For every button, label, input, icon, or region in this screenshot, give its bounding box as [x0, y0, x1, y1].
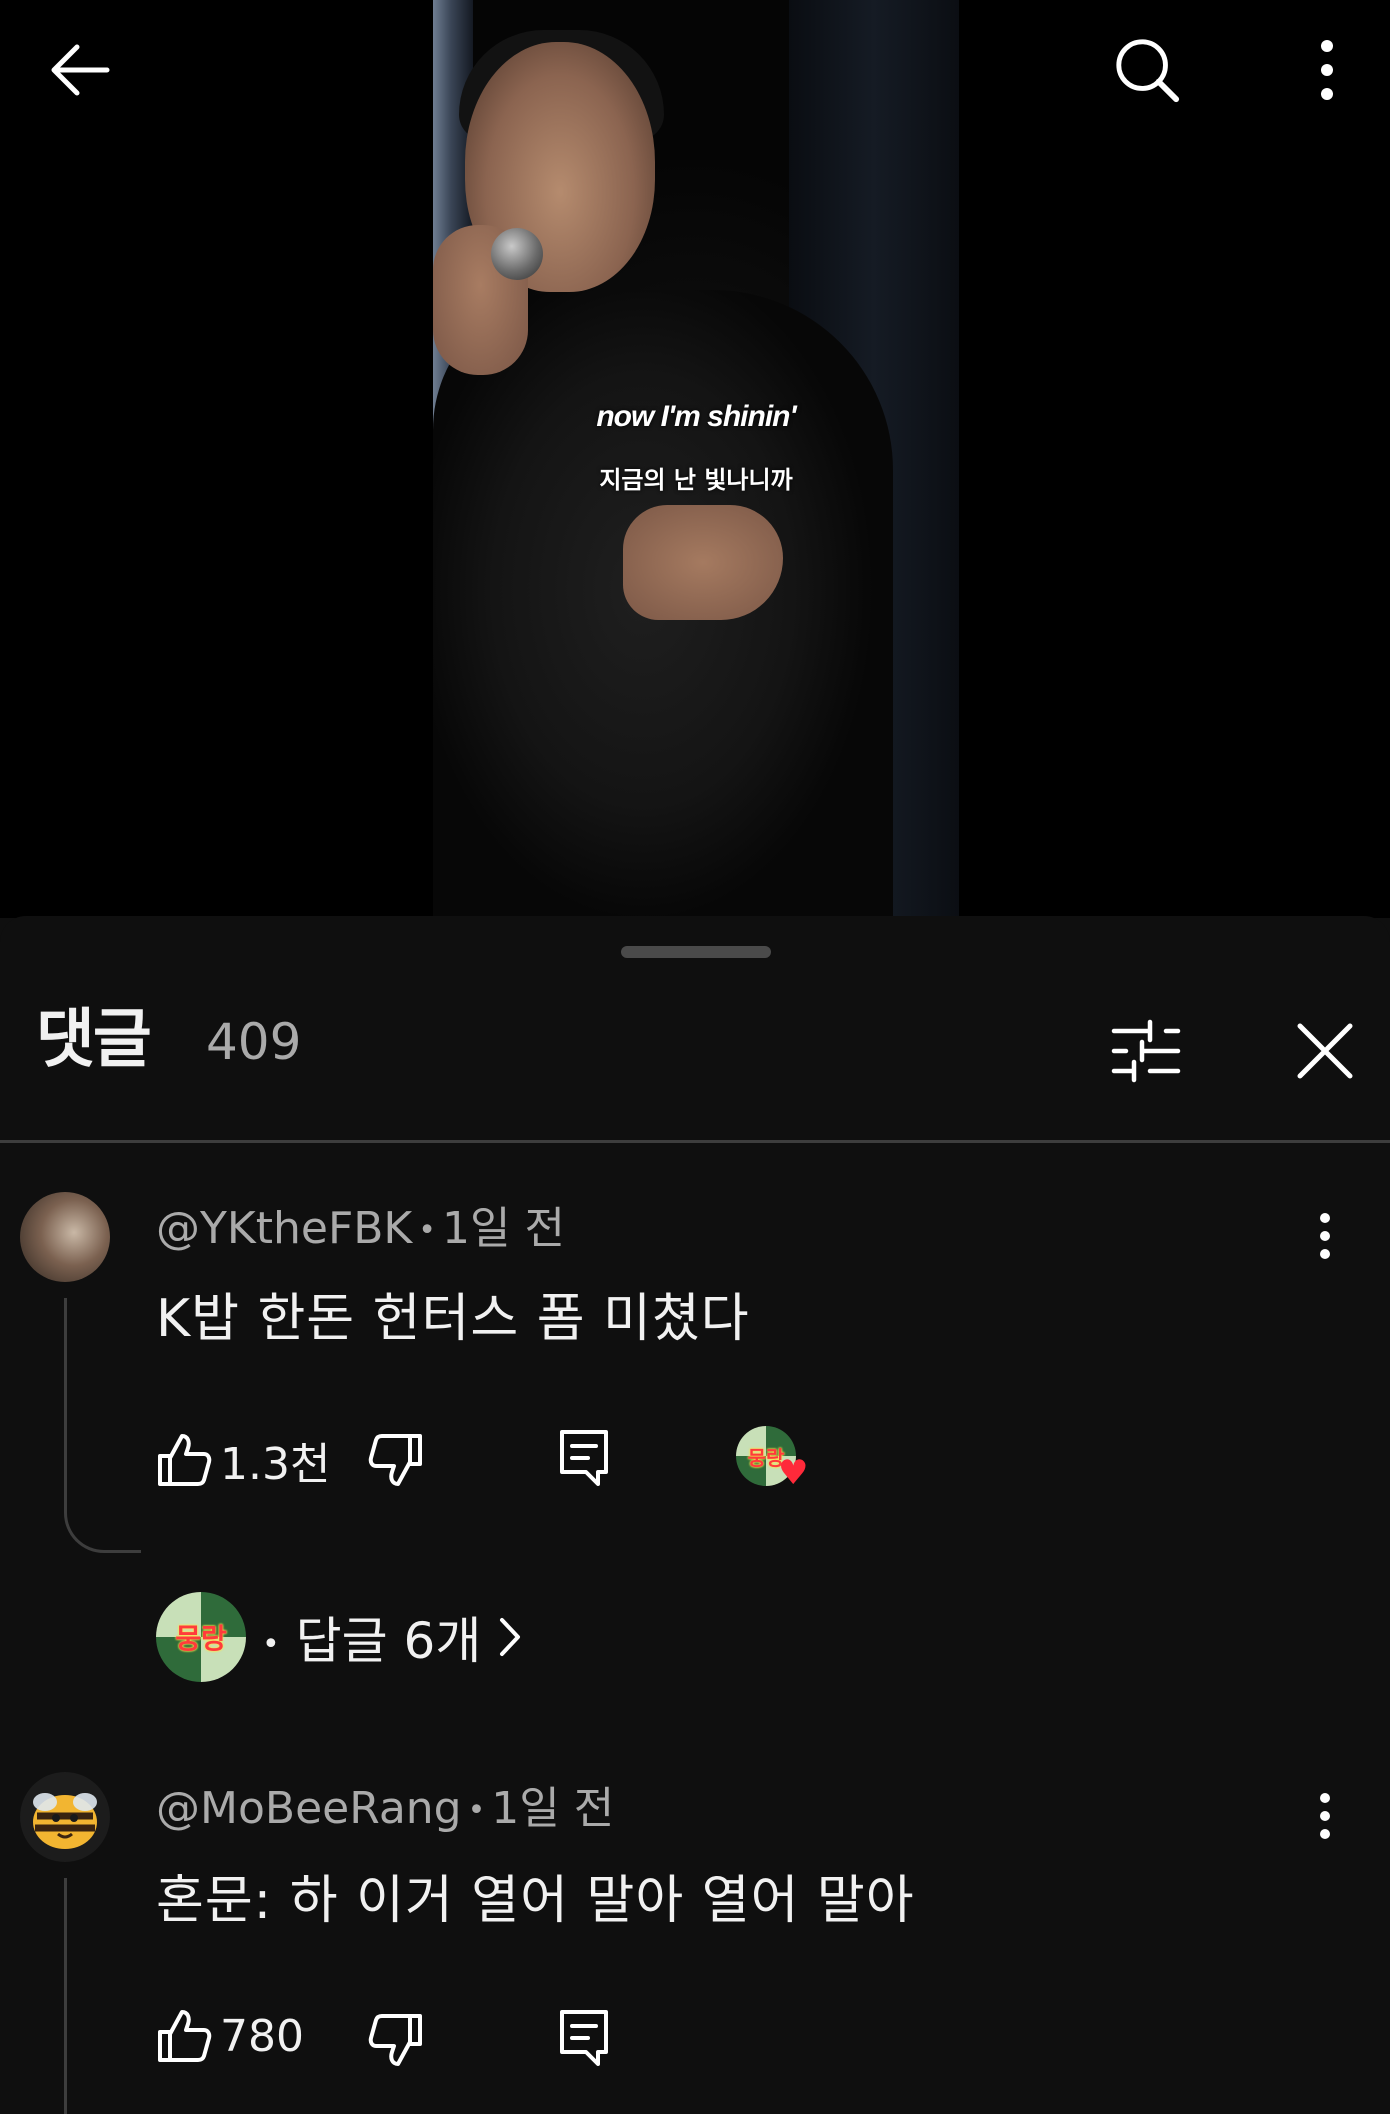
more-options-button[interactable]: [1292, 35, 1362, 105]
video-singer-chest-hand: [623, 505, 783, 620]
tune-icon: [1111, 1019, 1181, 1083]
more-vert-icon: [1321, 40, 1333, 100]
microphone: [491, 228, 543, 280]
drag-handle[interactable]: [621, 946, 771, 958]
video-frame[interactable]: now I'm shinin' 지금의 난 빛나니까: [433, 0, 959, 918]
subtitle-korean: 지금의 난 빛나니까: [599, 466, 793, 494]
video-player[interactable]: now I'm shinin' 지금의 난 빛나니까: [0, 0, 1390, 918]
comments-title: 댓글: [36, 1003, 152, 1077]
like-button[interactable]: 1.3천: [156, 1428, 330, 1492]
comment-author[interactable]: @MoBeeRang: [156, 1783, 462, 1834]
more-vert-icon: [1320, 1213, 1330, 1259]
like-count: 1.3천: [220, 1439, 331, 1490]
thumbs-down-icon: [368, 2014, 422, 2066]
dislike-button[interactable]: [368, 2012, 424, 2068]
header-divider: [0, 1140, 1390, 1143]
reply-avatar-monogram: 뭉랑: [175, 1622, 227, 1655]
thread-line: [64, 1878, 67, 2114]
thumbs-down-icon: [368, 1434, 422, 1486]
comment-text: K밥 한돈 헌터스 폼 미쳤다: [156, 1289, 750, 1349]
like-count: 780: [220, 2010, 304, 2062]
comment-more-button[interactable]: [1300, 1201, 1350, 1271]
thread-connector: [64, 1490, 141, 1553]
subtitle-english: now I'm shinin': [596, 400, 796, 433]
dislike-button[interactable]: [368, 1432, 424, 1488]
comment-icon: [560, 1430, 608, 1486]
comment-icon: [560, 2010, 608, 2066]
thread-line: [64, 1298, 67, 1508]
thumbs-up-icon: [158, 2010, 212, 2062]
comment-more-button[interactable]: [1300, 1781, 1350, 1851]
thumbs-up-icon: [158, 1434, 212, 1486]
chevron-right-icon: [500, 1618, 521, 1656]
meta-separator: •: [262, 1627, 280, 1662]
comment-author[interactable]: @YKtheFBK: [156, 1203, 412, 1254]
meta-separator: •: [418, 1213, 436, 1248]
heart-icon: ♥: [778, 1453, 809, 1493]
view-replies-button[interactable]: 뭉랑 • 답글 6개: [156, 1592, 521, 1682]
close-icon: [1297, 1023, 1353, 1079]
search-icon: [1116, 39, 1180, 103]
search-button[interactable]: [1112, 35, 1182, 105]
arrow-left-icon: [51, 44, 110, 96]
comment-time: 1일 전: [491, 1783, 615, 1834]
back-button[interactable]: [44, 35, 114, 105]
like-button[interactable]: 780: [156, 2008, 304, 2064]
avatar-YKtheFBK[interactable]: [20, 1192, 110, 1282]
more-vert-icon: [1320, 1793, 1330, 1839]
meta-separator: •: [467, 1793, 486, 1828]
sort-filter-button[interactable]: [1105, 1010, 1187, 1092]
reply-button[interactable]: [558, 1428, 610, 1488]
comments-sheet: 댓글 409 @YKtheFBK • 1일 전 K밥 한돈 헌터스 폼 미쳤다 1: [0, 916, 1390, 2114]
bee-icon: [33, 1793, 97, 1849]
comment-meta: @YKtheFBK • 1일 전: [156, 1201, 565, 1259]
reply-avatar: 뭉랑: [156, 1592, 246, 1682]
comment-time: 1일 전: [442, 1203, 565, 1254]
avatar-MoBeeRang[interactable]: [20, 1772, 110, 1862]
close-comments-button[interactable]: [1284, 1010, 1366, 1092]
reply-button[interactable]: [558, 2008, 610, 2068]
reply-count: 답글 6개: [295, 1612, 482, 1670]
comment-text: 혼문: 하 이거 열어 말아 열어 말아: [156, 1871, 915, 1931]
comment-meta: @MoBeeRang • 1일 전: [156, 1781, 614, 1839]
comments-count: 409: [206, 1013, 302, 1071]
